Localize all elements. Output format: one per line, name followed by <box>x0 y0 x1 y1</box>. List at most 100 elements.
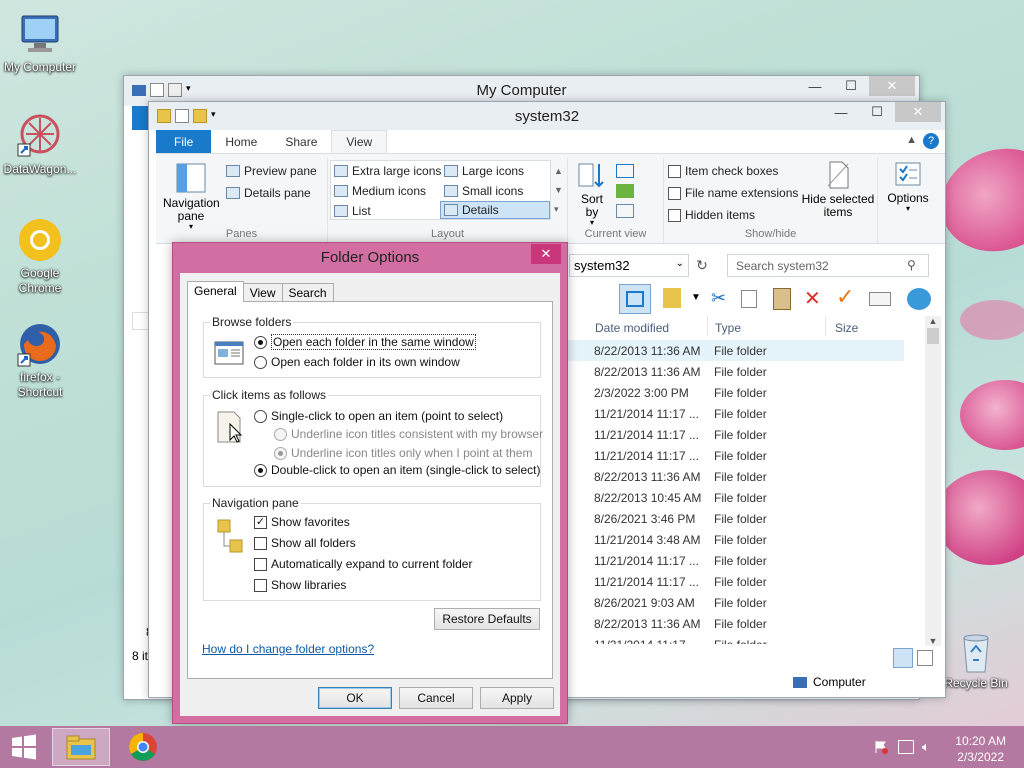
file-name-extensions-toggle[interactable]: File name extensions <box>668 186 798 200</box>
help-link[interactable]: How do I change folder options? <box>202 642 374 656</box>
details-pane-button[interactable]: Details pane <box>226 186 311 200</box>
radio-double-click[interactable]: Double-click to open an item (single-cli… <box>254 463 540 477</box>
checkbox-show-libraries[interactable]: Show libraries <box>254 578 346 592</box>
radio[interactable] <box>254 409 267 423</box>
action-center-flag-icon[interactable] <box>874 740 888 754</box>
checkbox-show-all-folders[interactable]: Show all folders <box>254 536 356 550</box>
close-button[interactable]: ✕ <box>869 76 915 96</box>
folder-options-dialog[interactable]: Folder Options ✕ General View Search Bro… <box>172 242 568 724</box>
network-icon[interactable] <box>898 740 914 754</box>
search-input[interactable]: Search system32 <box>727 254 929 277</box>
title-bar[interactable]: ▾ system32 — ☐ ✕ <box>149 102 945 130</box>
tab-file[interactable]: File <box>156 130 212 153</box>
tab-view[interactable]: View <box>242 283 283 302</box>
radio-underline-point[interactable]: Underline icon titles only when I point … <box>274 446 532 460</box>
column-date-modified[interactable]: Date modified <box>595 321 669 335</box>
tab-general[interactable]: General <box>187 281 244 302</box>
properties-icon[interactable] <box>907 288 931 310</box>
taskbar-file-explorer[interactable] <box>52 728 110 766</box>
table-row[interactable]: 11/21/2014 11:17 ... File folder <box>568 571 904 592</box>
scroll-up-icon[interactable]: ▲ <box>925 316 941 326</box>
tab-home[interactable]: Home <box>211 130 271 153</box>
checkbox-show-favorites[interactable]: ✓ Show favorites <box>254 515 350 529</box>
size-columns-icon[interactable] <box>616 204 634 218</box>
maximize-button[interactable]: ☐ <box>859 102 895 122</box>
start-button[interactable] <box>0 728 48 766</box>
table-row[interactable]: 11/21/2014 11:17 ... File folder <box>568 403 904 424</box>
hidden-items-toggle[interactable]: Hidden items <box>668 208 755 222</box>
item-check-boxes-toggle[interactable]: Item check boxes <box>668 164 778 178</box>
tab-search[interactable]: Search <box>281 283 334 302</box>
checkbox[interactable] <box>668 164 681 178</box>
search-icon[interactable]: ⚲ <box>907 258 916 272</box>
preview-pane-toggle[interactable] <box>619 284 651 314</box>
checkbox[interactable] <box>254 557 267 571</box>
folder-icon[interactable] <box>663 288 681 308</box>
table-row[interactable]: 11/21/2014 11:17 ... File folder <box>568 550 904 571</box>
group-by-icon[interactable] <box>616 164 634 178</box>
cancel-button[interactable]: Cancel <box>399 687 473 709</box>
large-icons-view-button[interactable] <box>917 650 933 666</box>
volume-muted-icon[interactable]: 🔈︎ <box>922 739 930 755</box>
checkbox-auto-expand[interactable]: Automatically expand to current folder <box>254 557 472 571</box>
table-row[interactable]: 8/22/2013 10:45 AM File folder <box>568 487 904 508</box>
clock[interactable]: 10:20 AM 2/3/2022 <box>955 733 1006 765</box>
column-type[interactable]: Type <box>715 321 741 335</box>
radio[interactable] <box>274 427 287 441</box>
refresh-icon[interactable]: ↻ <box>691 254 713 277</box>
radio[interactable] <box>274 446 287 460</box>
hide-selected-items-button[interactable]: Hide selected items <box>800 160 876 219</box>
navigation-pane-button[interactable]: Navigation pane ▾ <box>163 162 220 231</box>
table-row[interactable]: 11/21/2014 11:17 ... File folder <box>568 445 904 466</box>
paste-icon[interactable] <box>773 288 791 310</box>
layout-small-icons[interactable]: Small icons <box>444 184 523 198</box>
table-row[interactable]: 11/21/2014 11:17 ... File folder <box>568 424 904 445</box>
ok-button[interactable]: OK <box>318 687 392 709</box>
add-columns-icon[interactable] <box>616 184 634 198</box>
checkbox[interactable] <box>668 186 681 200</box>
desktop-icon-recycle-bin[interactable]: Recycle Bin <box>936 632 1016 691</box>
sort-by-button[interactable]: Sort by ▾ <box>574 160 610 227</box>
table-row[interactable]: 8/22/2013 11:36 AM File folder <box>568 613 904 634</box>
layout-list[interactable]: List <box>334 204 371 218</box>
cut-icon[interactable]: ✂ <box>711 288 726 309</box>
desktop-icon-datawagon[interactable]: DataWagon... <box>0 112 80 177</box>
layout-large-icons[interactable]: Large icons <box>444 164 524 178</box>
checkbox[interactable]: ✓ <box>254 515 267 529</box>
tab-view[interactable]: View <box>331 130 388 153</box>
preview-pane-button[interactable]: Preview pane <box>226 164 317 178</box>
copy-icon[interactable] <box>741 290 757 308</box>
tab-share[interactable]: Share <box>271 130 331 153</box>
radio-own-window[interactable]: Open each folder in its own window <box>254 355 460 369</box>
scroll-down-icon[interactable]: ▼ <box>925 636 941 646</box>
delete-icon[interactable]: ✕ <box>804 286 821 311</box>
scrollbar-thumb[interactable] <box>927 328 939 344</box>
chevron-down-icon[interactable]: ▼ <box>691 292 701 303</box>
checkbox[interactable] <box>254 536 267 550</box>
radio[interactable] <box>254 335 267 349</box>
details-view-button[interactable] <box>893 648 913 668</box>
layout-details[interactable]: Details <box>440 201 550 219</box>
restore-defaults-button[interactable]: Restore Defaults <box>434 608 540 630</box>
radio-underline-browser[interactable]: Underline icon titles consistent with my… <box>274 427 543 441</box>
rename-icon[interactable] <box>869 292 891 306</box>
radio-same-window[interactable]: Open each folder in the same window <box>254 334 476 350</box>
layout-extra-large-icons[interactable]: Extra large icons <box>334 164 441 178</box>
close-button[interactable]: ✕ <box>895 102 941 122</box>
desktop-icon-chrome[interactable]: Google Chrome <box>0 216 80 296</box>
table-row[interactable]: 11/21/2014 11:17 ... File folder <box>568 634 904 644</box>
taskbar-chrome[interactable] <box>114 728 172 766</box>
options-button[interactable]: Options ▾ <box>884 160 932 213</box>
table-row[interactable]: 8/22/2013 11:36 AM File folder <box>568 466 904 487</box>
layout-medium-icons[interactable]: Medium icons <box>334 184 426 198</box>
chevron-down-icon[interactable]: ⌄ <box>676 258 684 269</box>
table-row[interactable]: 8/22/2013 11:36 AM File folder <box>568 340 904 361</box>
table-row[interactable]: 11/21/2014 3:48 AM File folder <box>568 529 904 550</box>
table-row[interactable]: 8/26/2021 9:03 AM File folder <box>568 592 904 613</box>
table-row[interactable]: 2/3/2022 3:00 PM File folder <box>568 382 904 403</box>
maximize-button[interactable]: ☐ <box>833 76 869 96</box>
checkbox[interactable] <box>668 208 681 222</box>
desktop-icon-my-computer[interactable]: My Computer <box>0 10 80 75</box>
address-bar[interactable]: system32 ⌄ <box>569 254 689 277</box>
vertical-scrollbar[interactable]: ▲ ▼ <box>925 316 941 646</box>
